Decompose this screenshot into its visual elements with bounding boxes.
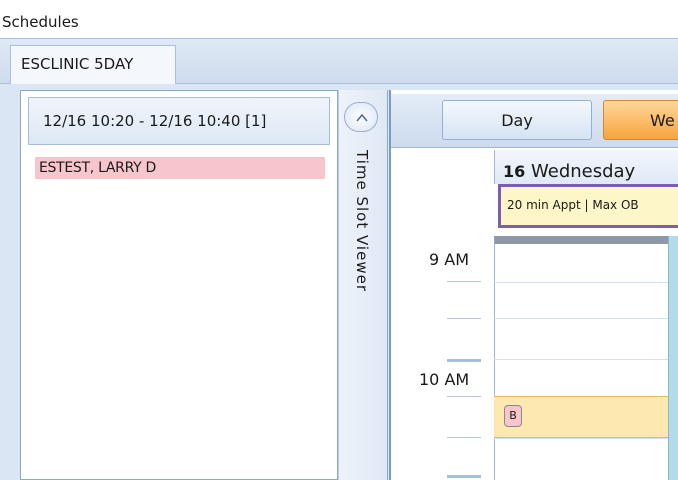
time-ruler: 9 AM 10 AM	[391, 148, 494, 480]
window-title: Schedules	[2, 13, 79, 31]
tab-esclinic-5day[interactable]: ESCLINIC 5DAY	[10, 45, 176, 85]
grid-line	[494, 438, 668, 439]
time-label-10am: 10 AM	[419, 370, 470, 389]
ruler-tick	[447, 475, 481, 478]
slot-type-bar[interactable]: 20 min Appt | Max OB	[498, 184, 678, 228]
ruler-tick	[447, 281, 481, 282]
time-slot-list-pane	[20, 90, 338, 480]
time-slot-viewer-label: Time Slot Viewer	[337, 150, 385, 350]
day-view-button[interactable]: Day	[442, 100, 592, 140]
circle-chevron-icon[interactable]	[344, 102, 378, 132]
grid-line	[494, 318, 668, 319]
time-slot-header[interactable]: 12/16 10:20 - 12/16 10:40 [1]	[28, 97, 330, 145]
day-header[interactable]: 16 Wednesday	[494, 150, 678, 184]
grid-line	[494, 359, 668, 360]
day-grid[interactable]	[494, 236, 668, 480]
day-header-weekday: Wednesday	[531, 161, 636, 182]
availability-strip	[668, 236, 678, 480]
ruler-tick	[447, 437, 481, 438]
ruler-tick	[447, 359, 481, 362]
ruler-tick	[447, 318, 481, 319]
week-view-button[interactable]: We	[603, 100, 678, 140]
day-header-date: 16	[503, 162, 526, 181]
time-slot-viewer-text: Time Slot Viewer	[353, 150, 371, 292]
patient-row[interactable]: ESTEST, LARRY D	[35, 157, 325, 179]
grid-line	[494, 282, 668, 283]
ruler-tick	[447, 396, 481, 397]
time-label-9am: 9 AM	[429, 250, 470, 269]
appointment-chip[interactable]: B	[504, 405, 522, 427]
